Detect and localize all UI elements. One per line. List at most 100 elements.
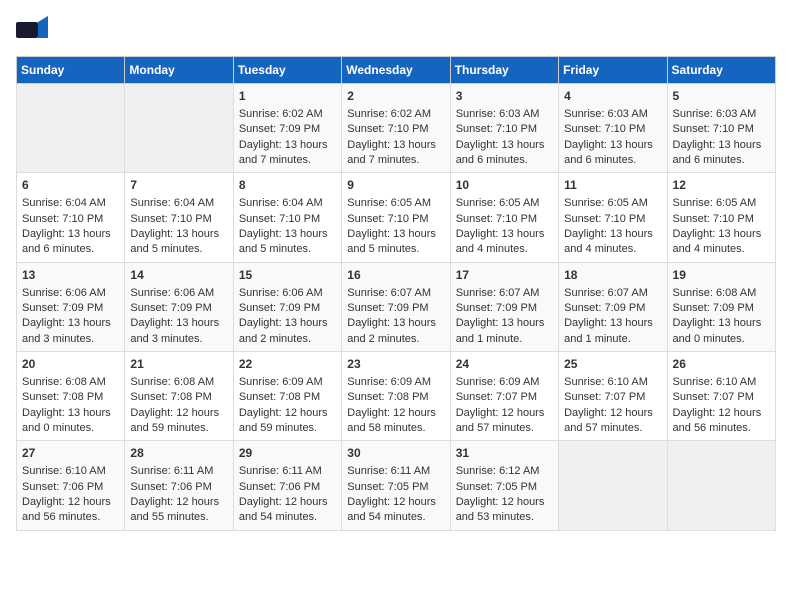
day-info: and 2 minutes. [239,332,336,347]
calendar-cell: 10Sunrise: 6:05 AMSunset: 7:10 PMDayligh… [450,173,558,262]
day-info: Sunrise: 6:04 AM [239,196,336,211]
calendar-cell: 19Sunrise: 6:08 AMSunset: 7:09 PMDayligh… [667,262,775,351]
day-number: 20 [22,356,119,373]
calendar-cell: 16Sunrise: 6:07 AMSunset: 7:09 PMDayligh… [342,262,450,351]
day-info: Sunset: 7:06 PM [22,480,119,495]
day-info: Sunrise: 6:11 AM [347,464,444,479]
day-info: Sunset: 7:10 PM [456,122,553,137]
calendar-cell: 14Sunrise: 6:06 AMSunset: 7:09 PMDayligh… [125,262,233,351]
calendar-cell: 20Sunrise: 6:08 AMSunset: 7:08 PMDayligh… [17,352,125,441]
day-number: 28 [130,445,227,462]
day-number: 18 [564,267,661,284]
calendar-cell: 26Sunrise: 6:10 AMSunset: 7:07 PMDayligh… [667,352,775,441]
day-number: 5 [673,88,770,105]
day-info: Sunset: 7:07 PM [673,390,770,405]
calendar-cell: 24Sunrise: 6:09 AMSunset: 7:07 PMDayligh… [450,352,558,441]
day-info: Sunset: 7:09 PM [673,301,770,316]
day-info: Daylight: 13 hours [564,316,661,331]
day-info: Sunrise: 6:12 AM [456,464,553,479]
day-info: Sunset: 7:09 PM [456,301,553,316]
day-info: Daylight: 13 hours [22,316,119,331]
day-info: Sunset: 7:07 PM [564,390,661,405]
calendar-cell: 22Sunrise: 6:09 AMSunset: 7:08 PMDayligh… [233,352,341,441]
day-number: 12 [673,177,770,194]
day-info: Daylight: 13 hours [347,138,444,153]
day-info: and 5 minutes. [239,242,336,257]
day-info: Daylight: 13 hours [456,227,553,242]
day-info: Sunrise: 6:08 AM [673,286,770,301]
day-info: and 56 minutes. [22,510,119,525]
day-info: and 57 minutes. [564,421,661,436]
day-number: 29 [239,445,336,462]
calendar-week-5: 27Sunrise: 6:10 AMSunset: 7:06 PMDayligh… [17,441,776,530]
day-number: 9 [347,177,444,194]
day-number: 25 [564,356,661,373]
calendar-cell: 4Sunrise: 6:03 AMSunset: 7:10 PMDaylight… [559,84,667,173]
day-info: and 5 minutes. [130,242,227,257]
day-number: 17 [456,267,553,284]
day-info: Daylight: 13 hours [673,227,770,242]
calendar-body: 1Sunrise: 6:02 AMSunset: 7:09 PMDaylight… [17,84,776,531]
calendar-cell: 17 Sunrise: 6:07 AMSunset: 7:09 PMDayligh… [450,262,558,351]
day-info: Sunrise: 6:08 AM [22,375,119,390]
calendar-cell: 2Sunrise: 6:02 AMSunset: 7:10 PMDaylight… [342,84,450,173]
day-header-tuesday: Tuesday [233,57,341,84]
calendar-cell [559,441,667,530]
day-info: and 4 minutes. [564,242,661,257]
day-info: Sunrise: 6:04 AM [22,196,119,211]
day-info: Sunset: 7:05 PM [456,480,553,495]
day-info: Daylight: 12 hours [130,406,227,421]
day-info: Sunset: 7:10 PM [239,212,336,227]
day-header-thursday: Thursday [450,57,558,84]
calendar-cell [17,84,125,173]
day-info: Sunset: 7:07 PM [456,390,553,405]
day-info: and 54 minutes. [347,510,444,525]
day-info: Sunset: 7:09 PM [347,301,444,316]
calendar-cell: 29Sunrise: 6:11 AMSunset: 7:06 PMDayligh… [233,441,341,530]
day-info: Daylight: 12 hours [456,406,553,421]
day-info: Daylight: 13 hours [347,227,444,242]
day-info: Sunrise: 6:04 AM [130,196,227,211]
calendar-cell: 15Sunrise: 6:06 AMSunset: 7:09 PMDayligh… [233,262,341,351]
day-info: Sunrise: 6:06 AM [130,286,227,301]
day-info: Sunset: 7:08 PM [239,390,336,405]
calendar-cell: 13Sunrise: 6:06 AMSunset: 7:09 PMDayligh… [17,262,125,351]
day-info: and 2 minutes. [347,332,444,347]
day-info: Sunrise: 6:11 AM [239,464,336,479]
day-info: Sunset: 7:10 PM [130,212,227,227]
day-info: Daylight: 12 hours [239,406,336,421]
day-info: Daylight: 13 hours [456,316,553,331]
day-info: Sunset: 7:08 PM [22,390,119,405]
calendar-week-2: 6Sunrise: 6:04 AMSunset: 7:10 PMDaylight… [17,173,776,262]
day-info: Sunrise: 6:07 AM [456,286,553,301]
day-info: Sunrise: 6:05 AM [347,196,444,211]
calendar-cell: 8Sunrise: 6:04 AMSunset: 7:10 PMDaylight… [233,173,341,262]
calendar-cell: 9Sunrise: 6:05 AMSunset: 7:10 PMDaylight… [342,173,450,262]
day-number: 30 [347,445,444,462]
day-info: Daylight: 13 hours [22,227,119,242]
day-info: and 55 minutes. [130,510,227,525]
calendar-cell: 27Sunrise: 6:10 AMSunset: 7:06 PMDayligh… [17,441,125,530]
day-info: Daylight: 13 hours [130,227,227,242]
day-info: Sunrise: 6:02 AM [239,107,336,122]
day-info: and 1 minute. [564,332,661,347]
calendar-cell: 28Sunrise: 6:11 AMSunset: 7:06 PMDayligh… [125,441,233,530]
day-info: and 6 minutes. [673,153,770,168]
day-info: Sunset: 7:10 PM [673,212,770,227]
day-info: and 4 minutes. [456,242,553,257]
day-info: Sunrise: 6:09 AM [456,375,553,390]
calendar-cell: 3Sunrise: 6:03 AMSunset: 7:10 PMDaylight… [450,84,558,173]
day-info: Sunrise: 6:10 AM [564,375,661,390]
calendar-cell: 6Sunrise: 6:04 AMSunset: 7:10 PMDaylight… [17,173,125,262]
day-info: and 1 minute. [456,332,553,347]
day-info: Sunrise: 6:09 AM [347,375,444,390]
day-info: Sunset: 7:08 PM [130,390,227,405]
calendar-week-3: 13Sunrise: 6:06 AMSunset: 7:09 PMDayligh… [17,262,776,351]
day-info: and 59 minutes. [239,421,336,436]
day-info: Sunrise: 6:06 AM [239,286,336,301]
day-info: Sunset: 7:09 PM [22,301,119,316]
calendar-cell: 12Sunrise: 6:05 AMSunset: 7:10 PMDayligh… [667,173,775,262]
day-info: Daylight: 12 hours [673,406,770,421]
day-info: Daylight: 13 hours [239,316,336,331]
day-info: Sunset: 7:10 PM [456,212,553,227]
